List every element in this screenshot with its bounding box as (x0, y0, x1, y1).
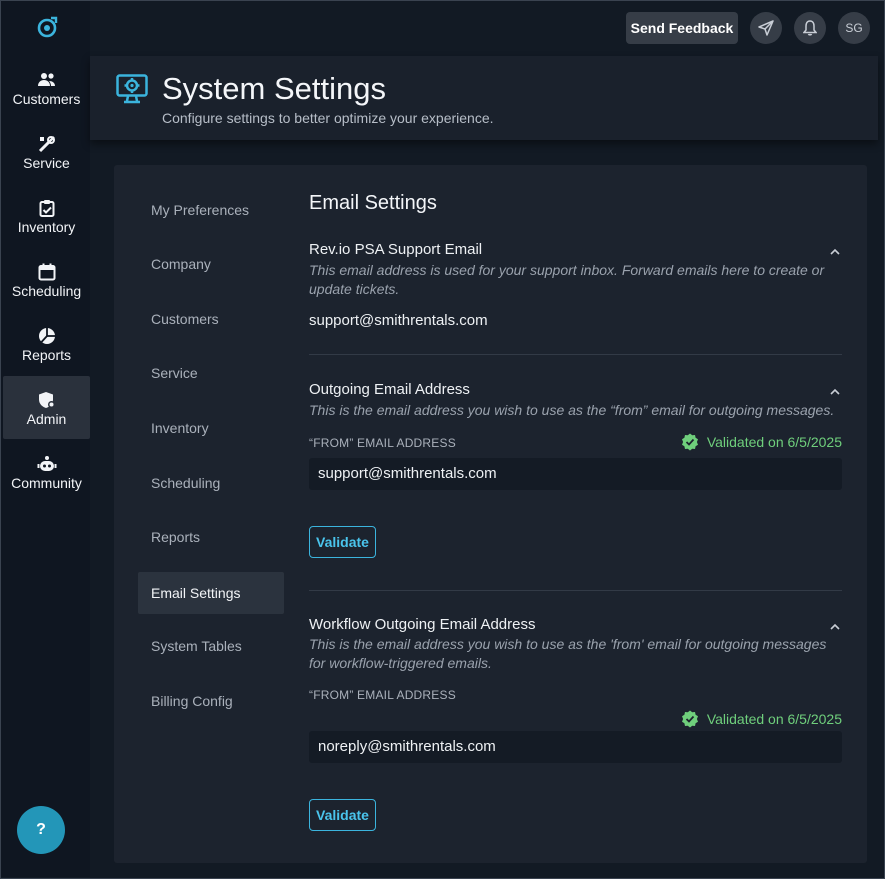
main-sidebar: Customers Service Inventory Scheduling R… (1, 1, 90, 877)
nav-item-customers[interactable]: Customers (3, 61, 90, 123)
workflow-email-input[interactable]: noreply@smithrentals.com (309, 731, 842, 763)
outgoing-field-label: “FROM” EMAIL ADDRESS (309, 436, 456, 450)
subnav-scheduling[interactable]: Scheduling (138, 462, 284, 504)
monitor-gear-icon (116, 74, 148, 104)
page-title: System Settings (162, 71, 386, 106)
settings-panel: My Preferences Company Customers Service… (114, 165, 867, 863)
nav-label: Admin (26, 411, 67, 427)
section-title: Email Settings (309, 192, 437, 214)
outgoing-email-description: This is the email address you wish to us… (309, 402, 835, 418)
subnav-email-settings[interactable]: Email Settings (138, 572, 284, 614)
check-badge-icon (681, 710, 698, 728)
outgoing-email-input[interactable]: support@smithrentals.com (309, 458, 842, 490)
workflow-email-description: This is the email address you wish to us… (309, 636, 827, 671)
chevron-up-icon[interactable] (828, 244, 842, 255)
nav-item-scheduling[interactable]: Scheduling (3, 253, 90, 315)
app-logo-icon[interactable] (35, 15, 59, 39)
section-divider (309, 590, 842, 591)
calendar-icon (38, 263, 55, 281)
nav-label: Service (23, 155, 70, 171)
nav-label: Reports (21, 347, 72, 363)
nav-label: Scheduling (11, 283, 82, 299)
chevron-up-icon[interactable] (828, 384, 842, 395)
nav-item-community[interactable]: Community (3, 445, 90, 507)
page-header: System Settings Configure settings to be… (90, 56, 878, 140)
nav-item-admin[interactable]: Admin (3, 376, 90, 439)
workflow-validated-status: Validated on 6/5/2025 (681, 710, 842, 728)
question-mark-icon: ? (36, 821, 46, 838)
outgoing-validated-status: Validated on 6/5/2025 (681, 433, 842, 451)
validated-text: Validated on 6/5/2025 (706, 434, 842, 450)
subnav-system-tables[interactable]: System Tables (138, 625, 284, 667)
workflow-email-title: Workflow Outgoing Email Address (309, 616, 536, 633)
support-email-title: Rev.io PSA Support Email (309, 241, 483, 258)
outgoing-email-title: Outgoing Email Address (309, 381, 470, 398)
nav-item-inventory[interactable]: Inventory (3, 189, 90, 251)
support-email-description: This email address is used for your supp… (309, 262, 825, 297)
support-email-value: support@smithrentals.com (309, 312, 488, 329)
workflow-validate-button[interactable]: Validate (309, 799, 376, 831)
page-subtitle: Configure settings to better optimize yo… (162, 110, 494, 126)
nav-label: Inventory (17, 219, 76, 235)
bell-icon (803, 20, 817, 36)
subnav-company[interactable]: Company (138, 243, 284, 285)
nav-item-reports[interactable]: Reports (3, 317, 90, 379)
nav-item-service[interactable]: Service (3, 125, 90, 187)
robot-icon (37, 456, 56, 471)
send-feedback-button[interactable]: Send Feedback (626, 12, 738, 44)
subnav-customers[interactable]: Customers (138, 298, 284, 340)
help-button[interactable]: ? (17, 806, 65, 854)
section-divider (309, 354, 842, 355)
chevron-up-icon[interactable] (828, 619, 842, 630)
subnav-inventory[interactable]: Inventory (138, 407, 284, 449)
subnav-billing-config[interactable]: Billing Config (138, 680, 284, 722)
nav-label: Community (11, 475, 82, 491)
clipboard-check-icon (39, 200, 54, 217)
check-badge-icon (681, 433, 698, 451)
tools-icon (38, 136, 55, 153)
workflow-field-label: “FROM” EMAIL ADDRESS (309, 688, 456, 702)
validated-text: Validated on 6/5/2025 (706, 711, 842, 727)
outgoing-validate-button[interactable]: Validate (309, 526, 376, 558)
subnav-service[interactable]: Service (138, 352, 284, 394)
nav-label: Customers (12, 91, 81, 107)
paper-plane-icon (758, 20, 774, 36)
notifications-button[interactable] (794, 12, 826, 44)
user-initials: SG (845, 21, 863, 35)
subnav-my-preferences[interactable]: My Preferences (138, 189, 284, 231)
people-icon (37, 73, 55, 86)
send-icon-button[interactable] (750, 12, 782, 44)
subnav-reports[interactable]: Reports (138, 516, 284, 558)
shield-gear-icon (38, 392, 55, 408)
pie-chart-icon (38, 328, 55, 344)
user-avatar[interactable]: SG (838, 12, 870, 44)
